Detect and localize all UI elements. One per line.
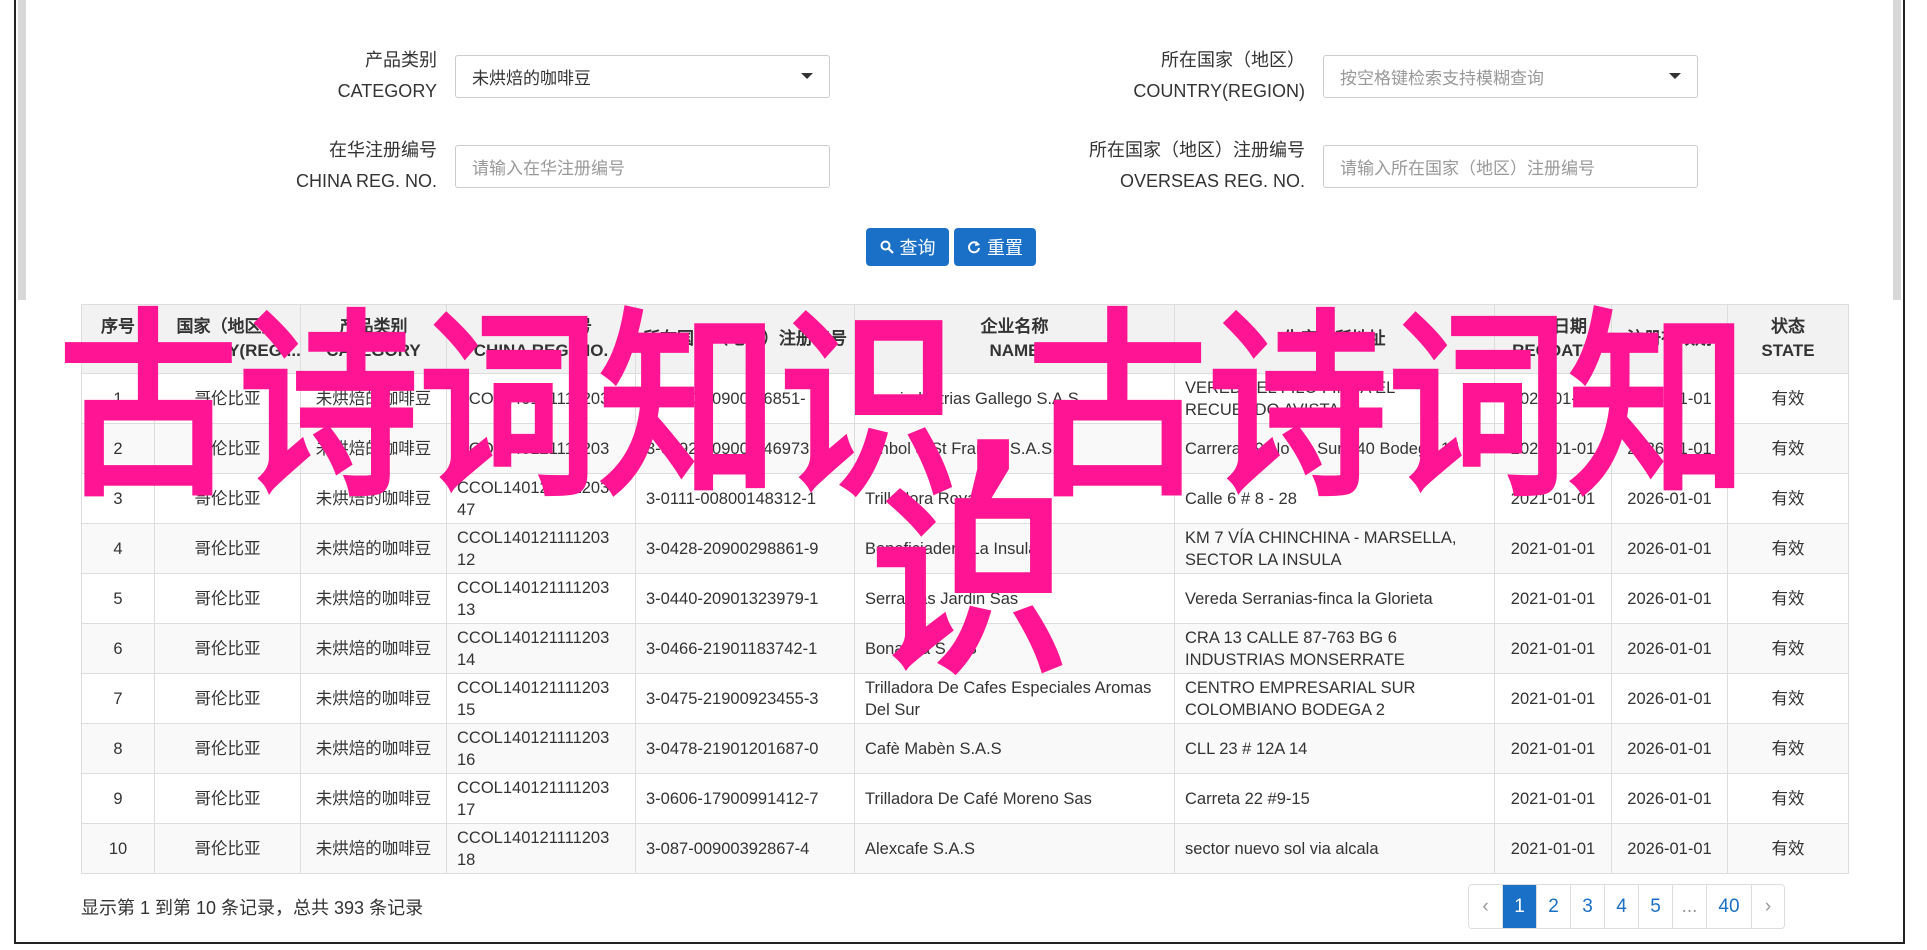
watermark-text-line2: 识 [870, 470, 1070, 703]
watermark-overlay: 古诗词知识,古诗词知 识 [58, 292, 1748, 703]
